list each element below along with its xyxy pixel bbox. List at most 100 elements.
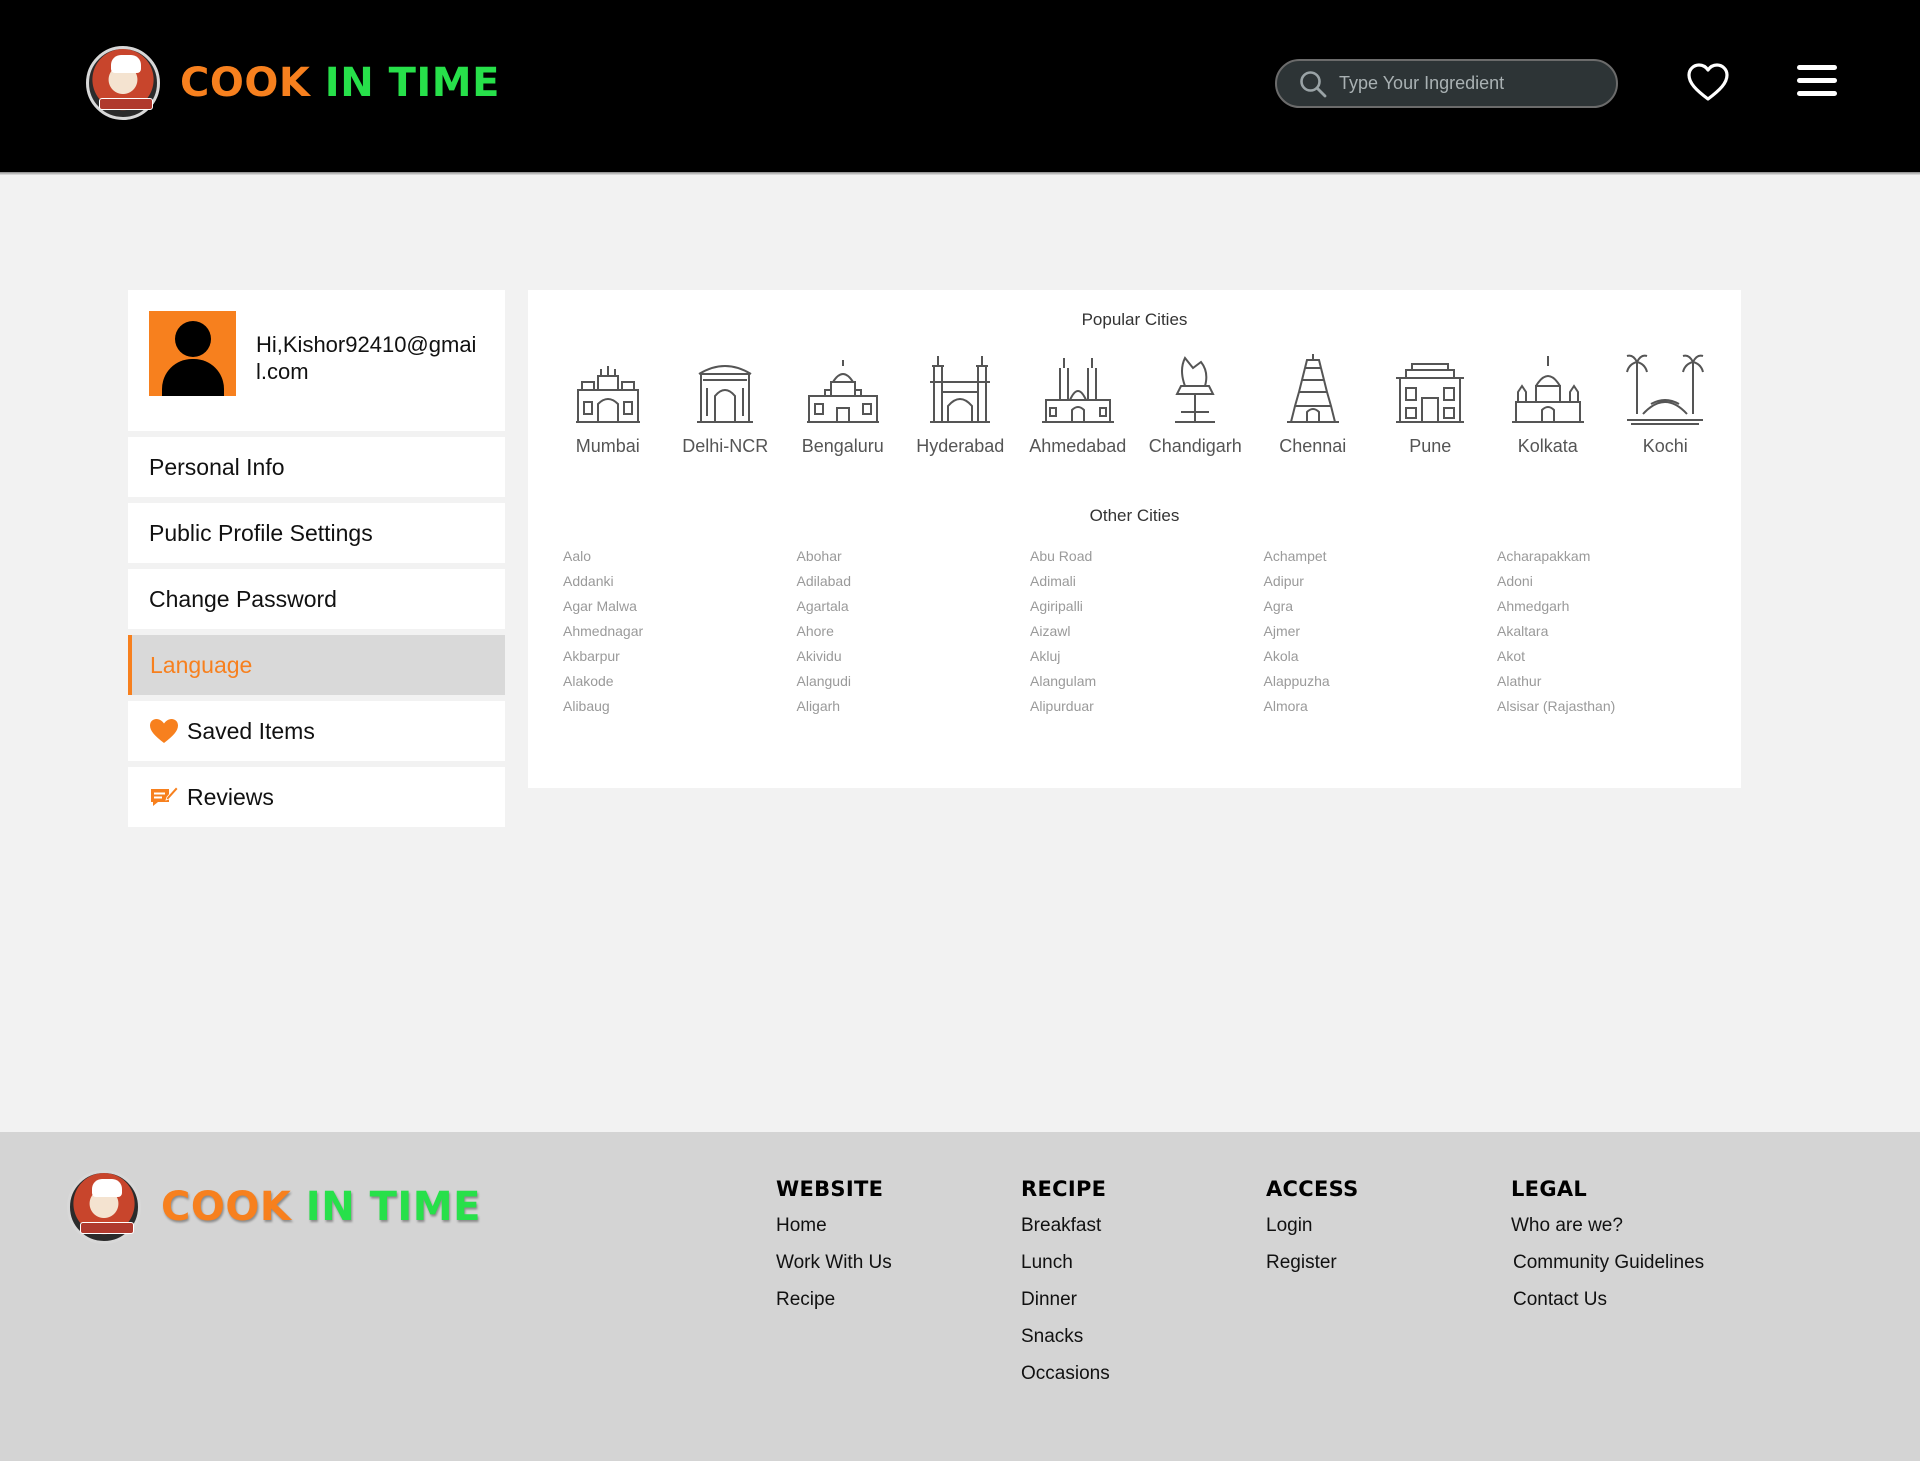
city-label: Pune (1409, 436, 1452, 456)
other-city-link[interactable]: Almora (1264, 696, 1498, 716)
city-chennai[interactable]: Chennai (1254, 352, 1372, 457)
sidebar-item-reviews[interactable]: Reviews (128, 767, 505, 827)
other-city-link[interactable]: Alipurduar (1030, 696, 1264, 716)
other-city-link[interactable]: Alappuzha (1264, 671, 1498, 691)
header-divider (0, 172, 1920, 175)
search-input[interactable] (1339, 73, 1599, 94)
other-city-link[interactable]: Akola (1264, 646, 1498, 666)
footer-link-contact-us[interactable]: Contact Us (1513, 1289, 1704, 1311)
other-city-link[interactable]: Agiripalli (1030, 596, 1264, 616)
footer-heading: ACCESS (1266, 1177, 1359, 1201)
city-pune[interactable]: Pune (1372, 352, 1490, 457)
footer-website-column: WEBSITE Home Work With Us Recipe (776, 1177, 892, 1326)
city-label: Chennai (1279, 436, 1347, 456)
other-cities-list: Aalo Abohar Abu Road Achampet Acharapakk… (563, 546, 1731, 716)
sidebar-item-label: Personal Info (149, 453, 285, 480)
other-city-link[interactable]: Agra (1264, 596, 1498, 616)
sidebar-item-label: Saved Items (187, 717, 315, 744)
footer-link-work-with-us[interactable]: Work With Us (776, 1252, 892, 1274)
chandigarh-landmark-icon (1175, 356, 1216, 423)
sidebar-item-language[interactable]: Language (128, 635, 505, 695)
brand-name: COOK IN TIME (180, 60, 500, 106)
menu-icon[interactable] (1797, 65, 1837, 101)
footer-link-home[interactable]: Home (776, 1215, 892, 1237)
bengaluru-landmark-icon (806, 360, 879, 423)
sidebar-item-label: Public Profile Settings (149, 519, 373, 546)
other-city-link[interactable]: Ahmedgarh (1497, 596, 1731, 616)
other-city-link[interactable]: Aizawl (1030, 621, 1264, 641)
footer-recipe-column: RECIPE Breakfast Lunch Dinner Snacks Occ… (1021, 1177, 1110, 1400)
other-city-link[interactable]: Adimali (1030, 571, 1264, 591)
other-city-link[interactable]: Akividu (797, 646, 1031, 666)
footer-link-community-guidelines[interactable]: Community Guidelines (1513, 1252, 1704, 1274)
profile-card: Hi,Kishor92410@gmail.com (128, 290, 505, 431)
chef-logo-icon (86, 46, 160, 120)
city-label: Kochi (1642, 436, 1688, 456)
other-city-link[interactable]: Adoni (1497, 571, 1731, 591)
other-city-link[interactable]: Akot (1497, 646, 1731, 666)
footer-heading: WEBSITE (776, 1177, 884, 1201)
sidebar-item-change-password[interactable]: Change Password (128, 569, 505, 629)
chef-logo-icon (67, 1170, 141, 1244)
reviews-icon (151, 786, 179, 806)
city-delhi-ncr[interactable]: Delhi-NCR (667, 352, 785, 457)
account-sidebar: Hi,Kishor92410@gmail.com Personal Info P… (128, 290, 505, 833)
other-city-link[interactable]: Ahore (797, 621, 1031, 641)
other-city-link[interactable]: Akaltara (1497, 621, 1731, 641)
top-navbar: COOK IN TIME (0, 0, 1920, 172)
city-mumbai[interactable]: Mumbai (549, 352, 667, 457)
other-city-link[interactable]: Acharapakkam (1497, 546, 1731, 566)
saved-heart-icon (150, 719, 178, 743)
other-city-link[interactable]: Abohar (797, 546, 1031, 566)
other-city-link[interactable]: Abu Road (1030, 546, 1264, 566)
sidebar-item-saved-items[interactable]: Saved Items (128, 701, 505, 761)
city-label: Hyderabad (916, 436, 1005, 456)
footer-legal-column: LEGAL Who are we? Community Guidelines C… (1511, 1177, 1704, 1326)
other-city-link[interactable]: Alibaug (563, 696, 797, 716)
sidebar-item-public-profile[interactable]: Public Profile Settings (128, 503, 505, 563)
header-logo[interactable]: COOK IN TIME (86, 46, 500, 120)
heart-icon[interactable] (1686, 61, 1730, 105)
other-city-link[interactable]: Alakode (563, 671, 797, 691)
delhi-landmark-icon (697, 365, 754, 423)
ingredient-search[interactable] (1275, 59, 1618, 108)
city-bengaluru[interactable]: Bengaluru (784, 352, 902, 457)
footer-link-who-are-we[interactable]: Who are we? (1511, 1215, 1704, 1237)
other-city-link[interactable]: Alangulam (1030, 671, 1264, 691)
other-city-link[interactable]: Aligarh (797, 696, 1031, 716)
other-city-link[interactable]: Achampet (1264, 546, 1498, 566)
city-kochi[interactable]: Kochi (1607, 352, 1725, 457)
chennai-landmark-icon (1286, 354, 1339, 423)
ahmedabad-landmark-icon (1041, 358, 1114, 423)
city-ahmedabad[interactable]: Ahmedabad (1019, 352, 1137, 457)
footer-link-dinner[interactable]: Dinner (1021, 1289, 1110, 1311)
footer-link-breakfast[interactable]: Breakfast (1021, 1215, 1110, 1237)
other-city-link[interactable]: Akbarpur (563, 646, 797, 666)
popular-cities-row: Mumbai Delhi-NCR Bengaluru Hyderabad Ahm… (549, 352, 1724, 457)
footer-logo[interactable]: COOK IN TIME (67, 1170, 481, 1244)
sidebar-item-personal-info[interactable]: Personal Info (128, 437, 505, 497)
other-city-link[interactable]: Addanki (563, 571, 797, 591)
other-city-link[interactable]: Akluj (1030, 646, 1264, 666)
other-city-link[interactable]: Ajmer (1264, 621, 1498, 641)
other-city-link[interactable]: Agartala (797, 596, 1031, 616)
footer-link-recipe[interactable]: Recipe (776, 1289, 892, 1311)
other-city-link[interactable]: Alsisar (Rajasthan) (1497, 696, 1731, 716)
other-city-link[interactable]: Adipur (1264, 571, 1498, 591)
city-kolkata[interactable]: Kolkata (1489, 352, 1607, 457)
other-city-link[interactable]: Alangudi (797, 671, 1031, 691)
footer-link-occasions[interactable]: Occasions (1021, 1363, 1110, 1385)
other-city-link[interactable]: Adilabad (797, 571, 1031, 591)
other-city-link[interactable]: Alathur (1497, 671, 1731, 691)
city-hyderabad[interactable]: Hyderabad (902, 352, 1020, 457)
city-chandigarh[interactable]: Chandigarh (1137, 352, 1255, 457)
footer-link-lunch[interactable]: Lunch (1021, 1252, 1110, 1274)
other-city-link[interactable]: Ahmednagar (563, 621, 797, 641)
other-cities-heading: Other Cities (1089, 506, 1180, 525)
footer-link-snacks[interactable]: Snacks (1021, 1326, 1110, 1348)
kolkata-landmark-icon (1511, 356, 1584, 423)
other-city-link[interactable]: Agar Malwa (563, 596, 797, 616)
footer-link-register[interactable]: Register (1266, 1252, 1359, 1274)
footer-link-login[interactable]: Login (1266, 1215, 1359, 1237)
other-city-link[interactable]: Aalo (563, 546, 797, 566)
